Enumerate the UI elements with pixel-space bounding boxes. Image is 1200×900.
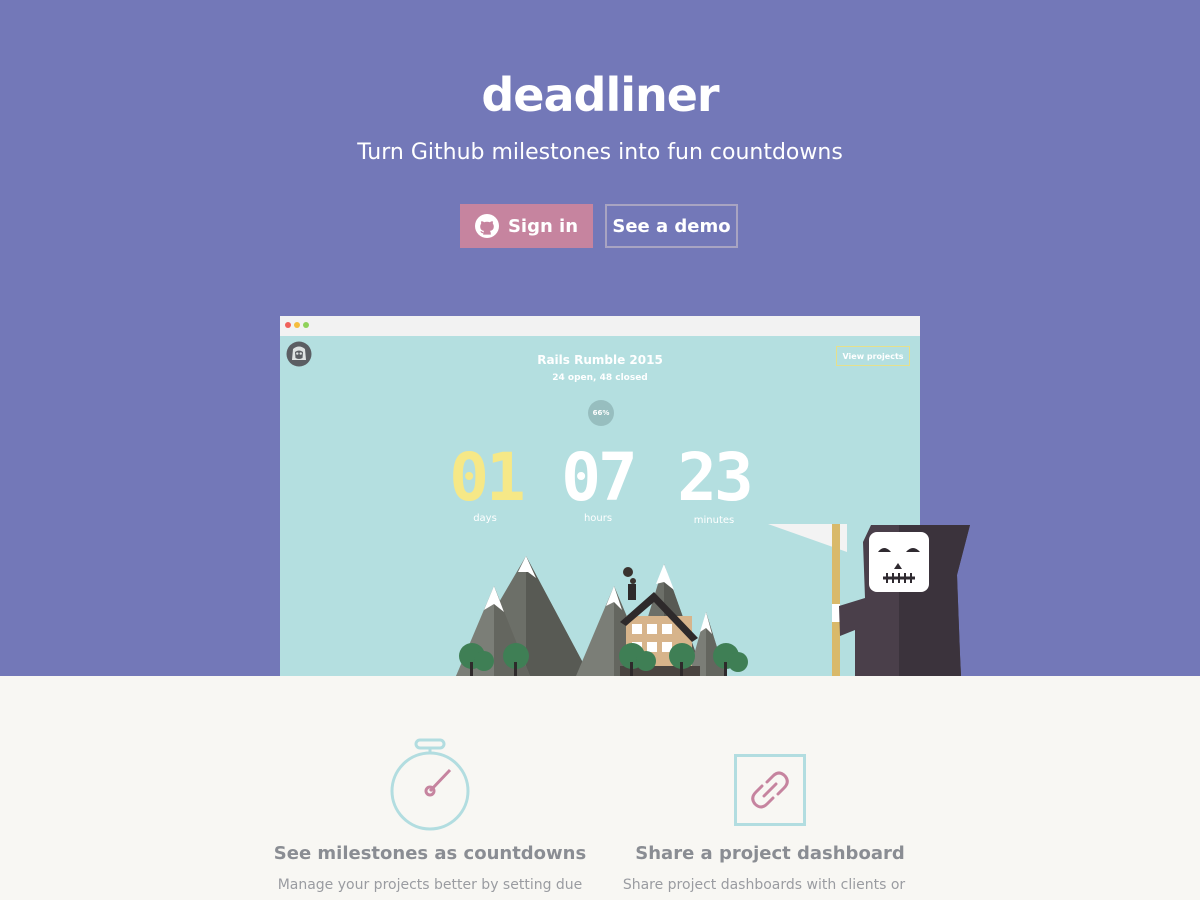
see-demo-label: See a demo	[612, 215, 731, 237]
feature-title-countdowns: See milestones as countdowns	[273, 843, 587, 864]
grim-reaper-illustration	[768, 524, 970, 676]
sign-in-button[interactable]: Sign in	[460, 204, 593, 248]
feature-desc-dashboard: Share project dashboards with clients or	[622, 877, 906, 893]
github-icon	[474, 214, 499, 238]
feature-desc-countdowns: Manage your projects better by setting d…	[277, 877, 583, 893]
hero-section: deadliner Turn Github milestones into fu…	[0, 0, 1200, 676]
brand-logo: deadliner	[481, 68, 719, 122]
see-demo-button[interactable]: See a demo	[605, 204, 738, 248]
link-icon	[734, 754, 806, 826]
feature-title-dashboard: Share a project dashboard	[635, 843, 905, 864]
tagline: Turn Github milestones into fun countdow…	[357, 140, 843, 165]
stopwatch-icon	[390, 738, 470, 831]
sign-in-label: Sign in	[507, 215, 579, 237]
